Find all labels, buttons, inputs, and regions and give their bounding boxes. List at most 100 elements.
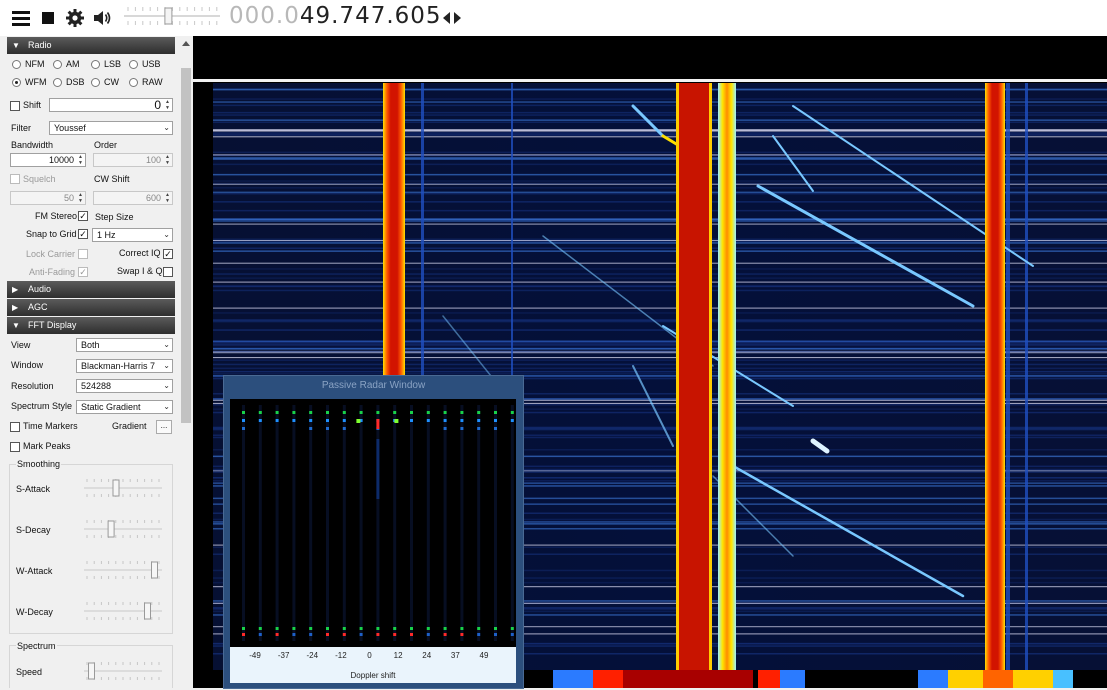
section-agc-label: AGC (28, 302, 48, 312)
mode-radio-am[interactable] (53, 60, 62, 69)
lock-carrier-label: Lock Carrier (26, 249, 76, 259)
scrollbar-thumb[interactable] (181, 68, 191, 423)
frequency-display[interactable]: 000.049.747.605 (229, 3, 442, 29)
correct-iq-label: Correct IQ (119, 248, 161, 258)
spin-arrows-icon[interactable]: ▲ ▼ (163, 154, 172, 166)
spectrum-plot[interactable] (193, 36, 1107, 80)
hamburger-icon[interactable] (11, 8, 31, 28)
radar-x-tick-label: 12 (393, 651, 403, 660)
shift-checkbox[interactable] (10, 101, 20, 111)
bandwidth-value: 10000 (48, 155, 74, 165)
gradient-button[interactable]: ... (156, 420, 172, 434)
snap-to-grid-checkbox[interactable]: ✓ (78, 229, 88, 239)
anti-fading-label: Anti-Fading (29, 267, 76, 277)
swap-iq-label: Swap I & Q (117, 266, 163, 276)
spin-arrows-icon[interactable]: ▲ ▼ (163, 99, 172, 111)
spectrum-trace-line (193, 79, 1107, 82)
shift-label: Shift (23, 100, 42, 110)
section-radio-header[interactable]: ▼ Radio (7, 37, 175, 54)
scroll-up-arrow-icon[interactable] (182, 41, 190, 46)
section-fft-display-header[interactable]: ▼ FFT Display (7, 317, 175, 334)
swap-iq-checkbox[interactable] (163, 267, 173, 277)
mode-radio-dsb[interactable] (53, 78, 62, 87)
mode-label-wfm: WFM (25, 77, 47, 87)
radar-x-tick-label: 24 (422, 651, 432, 660)
mark-peaks-checkbox[interactable] (10, 442, 20, 452)
slider-thumb (151, 561, 158, 579)
control-panel: ▼ Radio NFM AM LSB USB WFM DSB CW RAW Sh… (0, 36, 193, 688)
correct-iq-checkbox[interactable]: ✓ (163, 249, 173, 259)
collapsed-arrow-icon: ▶ (12, 285, 19, 294)
shift-value: 0 (154, 98, 161, 112)
chevron-down-icon: ⌄ (163, 402, 170, 411)
radar-x-tick-label: 0 (367, 651, 372, 660)
mode-radio-usb[interactable] (129, 60, 138, 69)
spectrum-style-value: Static Gradient (81, 402, 141, 412)
radar-x-tick-label: -12 (335, 651, 347, 660)
frequency-step-arrows-icon[interactable] (441, 10, 463, 26)
w-attack-slider[interactable] (84, 559, 162, 581)
filter-select-value: Youssef (54, 123, 86, 133)
squelch-spinbox[interactable]: 50 ▲ ▼ (10, 191, 86, 205)
lock-carrier-checkbox[interactable] (78, 249, 88, 259)
mode-radio-wfm[interactable] (12, 78, 21, 87)
passive-radar-window[interactable]: Passive Radar Window -49 -37 -24 -12 0 12 24 37… (224, 376, 523, 688)
mode-label-raw: RAW (142, 77, 163, 87)
chevron-down-icon: ⌄ (163, 230, 170, 239)
carrier-signal-center (679, 83, 709, 670)
cw-shift-value: 600 (145, 193, 161, 203)
squelch-label: Squelch (23, 174, 56, 184)
w-decay-slider[interactable] (84, 600, 162, 622)
bandwidth-spinbox[interactable]: 10000 ▲ ▼ (10, 153, 86, 167)
step-size-label: Step Size (95, 212, 134, 222)
fm-stereo-checkbox[interactable]: ✓ (78, 211, 88, 221)
filter-select[interactable]: Youssef ⌄ (49, 121, 173, 135)
radar-x-tick-label: 49 (479, 651, 489, 660)
spectrum-style-select[interactable]: Static Gradient ⌄ (76, 400, 173, 414)
anti-fading-checkbox[interactable]: ✓ (78, 267, 88, 277)
slider-thumb (112, 479, 120, 497)
section-fft-display-label: FFT Display (28, 320, 77, 330)
section-agc-header[interactable]: ▶ AGC (7, 299, 175, 316)
speaker-icon[interactable] (92, 8, 112, 28)
cw-shift-spinbox[interactable]: 600 ▲ ▼ (93, 191, 173, 205)
section-audio-header[interactable]: ▶ Audio (7, 281, 175, 298)
view-label: View (11, 340, 31, 350)
spin-arrows-icon[interactable]: ▲ ▼ (76, 154, 85, 166)
window-select[interactable]: Blackman-Harris 7 ⌄ (76, 359, 173, 373)
order-label: Order (94, 140, 118, 150)
speed-slider[interactable] (84, 660, 162, 682)
spin-arrows-icon[interactable]: ▲ ▼ (76, 192, 85, 204)
expanded-arrow-icon: ▼ (12, 41, 20, 50)
order-spinbox[interactable]: 100 ▲ ▼ (93, 153, 173, 167)
spin-arrows-icon[interactable]: ▲ ▼ (163, 192, 172, 204)
time-markers-checkbox[interactable] (10, 422, 20, 432)
volume-slider[interactable] (124, 5, 220, 27)
gear-icon[interactable] (65, 8, 85, 28)
frequency-leading-digits: 000.0 (229, 3, 300, 29)
s-attack-slider[interactable] (84, 477, 162, 499)
radar-heatmap (242, 405, 514, 641)
mode-label-usb: USB (142, 59, 161, 69)
carrier-edge (709, 83, 712, 670)
frequency-digits: 49.747.605 (299, 3, 442, 29)
mode-radio-cw[interactable] (91, 78, 100, 87)
radar-range-doppler-plot[interactable] (230, 399, 516, 647)
shift-spinbox[interactable]: 0 ▲ ▼ (49, 98, 173, 112)
radar-x-axis: -49 -37 -24 -12 0 12 24 37 49 Doppler shift (230, 647, 516, 683)
resolution-select[interactable]: 524288 ⌄ (76, 379, 173, 393)
step-size-select[interactable]: 1 Hz ⌄ (92, 228, 173, 242)
slider-thumb (107, 520, 115, 538)
view-select[interactable]: Both ⌄ (76, 338, 173, 352)
radar-x-tick-label: -49 (249, 651, 261, 660)
mode-radio-lsb[interactable] (91, 60, 100, 69)
waterfall-left-margin (193, 83, 213, 670)
squelch-checkbox[interactable] (10, 174, 20, 184)
section-radio-label: Radio (28, 40, 52, 50)
carrier-signal-center-right (718, 83, 736, 670)
stop-icon[interactable] (38, 8, 58, 28)
mode-radio-nfm[interactable] (12, 60, 21, 69)
s-decay-slider[interactable] (84, 518, 162, 540)
collapsed-arrow-icon: ▶ (12, 303, 19, 312)
mode-radio-raw[interactable] (129, 78, 138, 87)
